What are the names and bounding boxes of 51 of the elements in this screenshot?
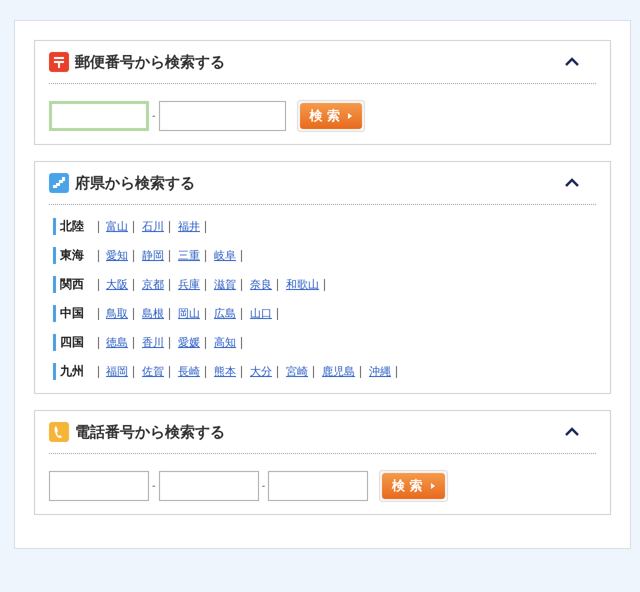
prefecture-link[interactable]: 熊本 <box>210 366 242 378</box>
prefecture-link[interactable]: 徳島 <box>98 336 134 348</box>
prefecture-link[interactable]: 奈良 <box>246 278 278 290</box>
prefecture-link[interactable]: 島根 <box>138 308 170 320</box>
prefecture-link[interactable]: 香川 <box>138 336 170 348</box>
prefecture-link[interactable]: 鹿児島 <box>318 366 361 378</box>
prefecture-link[interactable]: 和歌山 <box>282 278 325 290</box>
input-field[interactable] <box>158 101 286 131</box>
prefecture-link[interactable]: 京都 <box>138 278 170 290</box>
prefecture-link[interactable]: 広島 <box>210 308 242 320</box>
prefecture-link[interactable]: 高知 <box>210 336 242 348</box>
prefecture-link[interactable]: 鳥取 <box>98 308 134 320</box>
prefecture-link[interactable]: 石川 <box>138 220 170 232</box>
prefecture-link[interactable]: 山口 <box>246 308 278 320</box>
dash: - <box>152 480 156 492</box>
prefecture-link[interactable]: 静岡 <box>138 250 170 262</box>
phone-icon <box>49 422 69 442</box>
prefecture-link[interactable]: 福井 <box>174 220 206 232</box>
prefecture-link[interactable]: 岡山 <box>174 308 206 320</box>
prefecture-link[interactable]: 兵庫 <box>174 278 206 290</box>
input-field[interactable] <box>49 101 149 131</box>
prefecture-link[interactable]: 岐阜 <box>210 250 242 262</box>
prefecture-link[interactable]: 大阪 <box>98 278 134 290</box>
prefecture-link[interactable]: 大分 <box>246 366 278 378</box>
caret-icon <box>430 483 435 489</box>
prefecture-link[interactable]: 長崎 <box>174 366 206 378</box>
region-name: 北陸 <box>53 218 98 235</box>
prefecture-link[interactable]: 福岡 <box>98 366 134 378</box>
prefecture-link[interactable]: 宮崎 <box>282 366 314 378</box>
section-title: 府県から検索する <box>75 174 196 192</box>
input-field[interactable] <box>268 471 368 501</box>
section-title: 郵便番号から検索する <box>75 52 226 72</box>
region-name: 中国 <box>53 305 98 322</box>
prefecture-link[interactable]: 三重 <box>174 250 206 262</box>
region-name: 東海 <box>53 247 98 264</box>
dash: - <box>152 110 156 122</box>
caret-icon <box>348 113 352 119</box>
prefecture-link[interactable]: 愛知 <box>98 250 134 262</box>
region-name: 関西 <box>53 276 98 293</box>
input-field[interactable] <box>158 471 259 501</box>
section-title: 電話番号から検索する <box>75 422 226 442</box>
prefecture-link[interactable]: 富山 <box>98 220 134 232</box>
region-name: 四国 <box>53 334 98 351</box>
prefecture-link[interactable]: 滋賀 <box>210 278 242 290</box>
prefecture-link[interactable]: 沖縄 <box>365 366 397 378</box>
prefecture-link[interactable]: 佐賀 <box>138 366 170 378</box>
dash: - <box>262 480 266 492</box>
input-field[interactable] <box>49 471 149 501</box>
prefecture-link[interactable]: 愛媛 <box>174 336 206 348</box>
postal-mark-icon <box>49 52 69 72</box>
region-name: 九州 <box>53 363 98 380</box>
